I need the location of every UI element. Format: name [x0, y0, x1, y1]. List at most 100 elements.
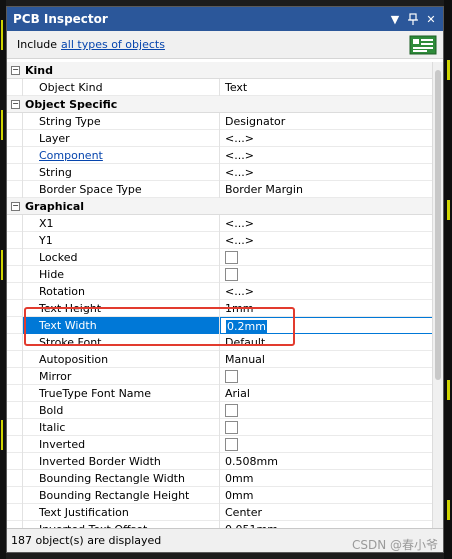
property-value[interactable]: <...> — [220, 232, 433, 249]
pcb-inspector-panel: PCB Inspector ▼ ✕ Include all types of o… — [6, 6, 444, 553]
property-row-x1[interactable]: X1 <...> — [7, 214, 433, 232]
property-value[interactable] — [220, 266, 433, 283]
category-object-specific[interactable]: − Object Specific — [7, 96, 433, 113]
collapse-icon[interactable]: − — [11, 201, 20, 211]
scrollbar-thumb[interactable] — [435, 70, 441, 380]
row-gutter — [7, 486, 23, 504]
italic-checkbox[interactable] — [225, 421, 238, 434]
pin-icon[interactable] — [405, 11, 421, 27]
row-gutter — [7, 146, 23, 164]
property-value-text: <...> — [225, 216, 254, 230]
property-value[interactable]: 0.2mm — [220, 316, 433, 334]
row-gutter — [7, 163, 23, 181]
property-value[interactable]: Manual — [220, 351, 433, 368]
property-value-text: Center — [225, 505, 263, 519]
category-label: Kind — [25, 63, 53, 77]
hide-checkbox[interactable] — [225, 268, 238, 281]
collapse-icon[interactable]: − — [11, 99, 20, 109]
property-value-text: 1mm — [225, 301, 254, 315]
include-label: Include — [17, 38, 58, 51]
property-value-text: <...> — [225, 284, 254, 298]
property-value[interactable]: <...> — [220, 147, 433, 164]
property-row-autoposition[interactable]: Autoposition Manual — [7, 350, 433, 368]
property-name-text: String Type — [39, 114, 101, 128]
property-row-bounding-rectangle-width[interactable]: Bounding Rectangle Width 0mm — [7, 469, 433, 487]
property-row-hide[interactable]: Hide — [7, 265, 433, 283]
locked-checkbox[interactable] — [225, 251, 238, 264]
property-value-text: <...> — [225, 233, 254, 247]
status-text: 187 object(s) are displayed — [11, 534, 162, 547]
property-name-text: Rotation — [39, 284, 86, 298]
property-value[interactable]: 0mm — [220, 470, 433, 487]
property-row-object-kind[interactable]: Object Kind Text — [7, 78, 433, 96]
property-name: String Type — [23, 112, 220, 130]
property-name: Text Width — [23, 316, 220, 334]
property-value[interactable]: <...> — [220, 164, 433, 181]
property-value[interactable]: Arial — [220, 385, 433, 402]
row-gutter — [7, 214, 23, 232]
property-name: Italic — [23, 418, 220, 436]
property-name: Autoposition — [23, 350, 220, 368]
property-name-text: Bold — [39, 403, 64, 417]
property-row-truetype-font-name[interactable]: TrueType Font Name Arial — [7, 384, 433, 402]
property-row-text-height[interactable]: Text Height 1mm — [7, 299, 433, 317]
close-icon[interactable]: ✕ — [423, 11, 439, 27]
property-row-inverted[interactable]: Inverted — [7, 435, 433, 453]
property-row-bold[interactable]: Bold — [7, 401, 433, 419]
property-row-y1[interactable]: Y1 <...> — [7, 231, 433, 249]
property-value-text: <...> — [225, 148, 254, 162]
property-row-stroke-font[interactable]: Stroke Font Default — [7, 333, 433, 351]
object-types-link[interactable]: all types of objects — [61, 38, 165, 51]
component-link[interactable]: Component — [39, 149, 103, 162]
property-row-italic[interactable]: Italic — [7, 418, 433, 436]
property-value[interactable] — [220, 419, 433, 436]
property-row-text-width[interactable]: Text Width 0.2mm — [7, 316, 433, 334]
property-value[interactable]: <...> — [220, 130, 433, 147]
property-name: Bold — [23, 401, 220, 419]
property-row-inverted-border-width[interactable]: Inverted Border Width 0.508mm — [7, 452, 433, 470]
pcb-board-icon[interactable] — [409, 35, 437, 55]
property-row-layer[interactable]: Layer <...> — [7, 129, 433, 147]
property-row-rotation[interactable]: Rotation <...> — [7, 282, 433, 300]
text-width-edit-value[interactable]: 0.2mm — [226, 319, 267, 333]
property-value[interactable]: 0.508mm — [220, 453, 433, 470]
category-graphical[interactable]: − Graphical — [7, 198, 433, 215]
property-row-string[interactable]: String <...> — [7, 163, 433, 181]
property-value[interactable]: Text — [220, 79, 433, 96]
property-row-bounding-rectangle-height[interactable]: Bounding Rectangle Height 0mm — [7, 486, 433, 504]
title-bar[interactable]: PCB Inspector ▼ ✕ — [7, 7, 443, 31]
property-row-locked[interactable]: Locked — [7, 248, 433, 266]
property-name: Stroke Font — [23, 333, 220, 351]
property-row-string-type[interactable]: String Type Designator — [7, 112, 433, 130]
bold-checkbox[interactable] — [225, 404, 238, 417]
category-kind[interactable]: − Kind — [7, 62, 433, 79]
property-row-component[interactable]: Component <...> — [7, 146, 433, 164]
property-grid: − Kind Object Kind Text − Object Specific Stri… — [7, 62, 433, 530]
row-gutter — [7, 503, 23, 521]
property-value[interactable]: <...> — [220, 215, 433, 232]
collapse-icon[interactable]: − — [11, 65, 20, 75]
row-gutter — [7, 469, 23, 487]
property-row-mirror[interactable]: Mirror — [7, 367, 433, 385]
property-value[interactable]: Border Margin — [220, 181, 433, 198]
property-row-text-justification[interactable]: Text Justification Center — [7, 503, 433, 521]
property-value-text: Text — [225, 80, 248, 94]
property-value[interactable] — [220, 368, 433, 385]
vertical-scrollbar[interactable] — [432, 62, 443, 530]
property-value[interactable]: 1mm — [220, 300, 433, 317]
property-value[interactable]: Designator — [220, 113, 433, 130]
property-name: Locked — [23, 248, 220, 266]
dropdown-icon[interactable]: ▼ — [387, 11, 403, 27]
property-value[interactable]: Center — [220, 504, 433, 521]
property-row-border-space-type[interactable]: Border Space Type Border Margin — [7, 180, 433, 198]
property-value[interactable] — [220, 436, 433, 453]
property-value[interactable] — [220, 402, 433, 419]
row-gutter — [7, 231, 23, 249]
property-name: Inverted — [23, 435, 220, 453]
property-value[interactable]: <...> — [220, 283, 433, 300]
inverted-checkbox[interactable] — [225, 438, 238, 451]
property-value[interactable]: Default — [220, 334, 433, 351]
property-value[interactable]: 0mm — [220, 487, 433, 504]
mirror-checkbox[interactable] — [225, 370, 238, 383]
property-value[interactable] — [220, 249, 433, 266]
